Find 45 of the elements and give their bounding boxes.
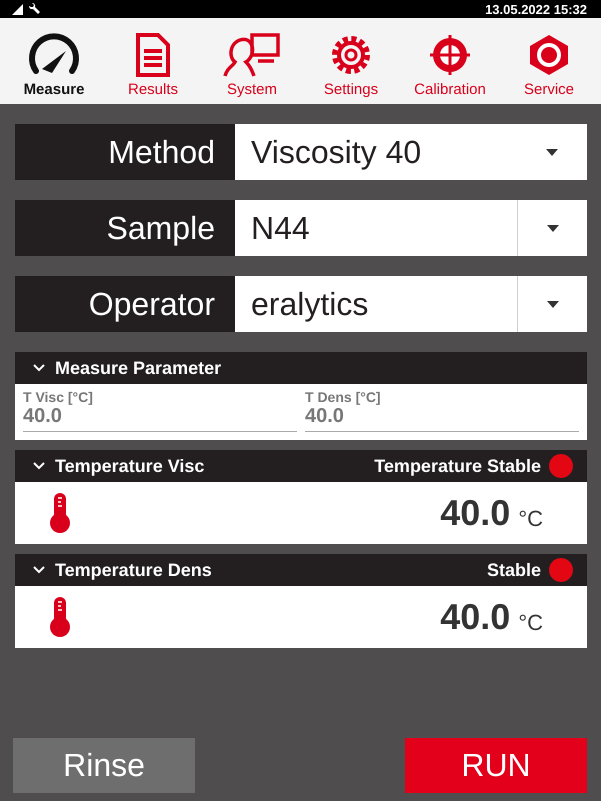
chevron-down-icon[interactable] bbox=[33, 364, 45, 372]
caret-down-icon[interactable] bbox=[546, 300, 558, 308]
run-button[interactable]: RUN bbox=[405, 738, 587, 793]
gear-icon bbox=[329, 33, 373, 77]
nav-tab[interactable]: Measure bbox=[6, 18, 102, 104]
user-monitor-icon bbox=[222, 33, 282, 77]
unit-label: °C bbox=[518, 506, 543, 532]
temperature-input[interactable]: 40.0 bbox=[23, 405, 297, 428]
selector-value: eralytics bbox=[250, 286, 370, 322]
nav-tab[interactable]: Calibration bbox=[402, 18, 498, 104]
panel-title: Temperature Visc bbox=[55, 456, 206, 476]
caret-down-icon[interactable] bbox=[546, 148, 558, 156]
status-text: Temperature Stable bbox=[374, 456, 541, 476]
selector-dropdown[interactable]: N44 bbox=[235, 200, 587, 256]
panel-title: Temperature Dens bbox=[55, 560, 213, 580]
document-icon bbox=[135, 33, 171, 77]
selector-value: Viscosity 40 bbox=[250, 134, 422, 170]
thermometer-icon bbox=[49, 493, 71, 533]
field-label: T Visc [°C] bbox=[23, 389, 94, 405]
temperature-input[interactable]: 40.0 bbox=[305, 405, 579, 428]
caret-down-icon[interactable] bbox=[546, 224, 558, 232]
nav-tab[interactable]: Results bbox=[105, 18, 201, 104]
unit-label: °C bbox=[518, 610, 543, 636]
thermometer-icon bbox=[49, 597, 71, 637]
rinse-button[interactable]: Rinse bbox=[13, 738, 195, 793]
crosshair-icon bbox=[428, 33, 472, 77]
selector-value: N44 bbox=[250, 210, 311, 246]
nav-tab[interactable]: System bbox=[204, 18, 300, 104]
chevron-down-icon[interactable] bbox=[33, 462, 45, 470]
selector-dropdown[interactable]: eralytics bbox=[235, 276, 587, 332]
gauge-icon bbox=[26, 33, 82, 77]
temperature-reading: 40.0 bbox=[440, 492, 510, 534]
chevron-down-icon[interactable] bbox=[33, 566, 45, 574]
temperature-reading: 40.0 bbox=[440, 596, 510, 638]
selector-label: Method bbox=[15, 124, 235, 180]
selector-dropdown[interactable]: Viscosity 40 bbox=[235, 124, 587, 180]
nav-tab[interactable]: Settings bbox=[303, 18, 399, 104]
selector-label: Sample bbox=[15, 200, 235, 256]
nav-tab[interactable]: Service bbox=[501, 18, 597, 104]
field-label: T Dens [°C] bbox=[305, 389, 382, 405]
panel-title: Measure Parameter bbox=[55, 358, 222, 378]
signal-wrench-icon bbox=[12, 3, 42, 15]
status-text: Stable bbox=[486, 560, 541, 580]
date-time: 13.05.2022 15:32 bbox=[485, 2, 587, 16]
selector-label: Operator bbox=[15, 276, 235, 332]
